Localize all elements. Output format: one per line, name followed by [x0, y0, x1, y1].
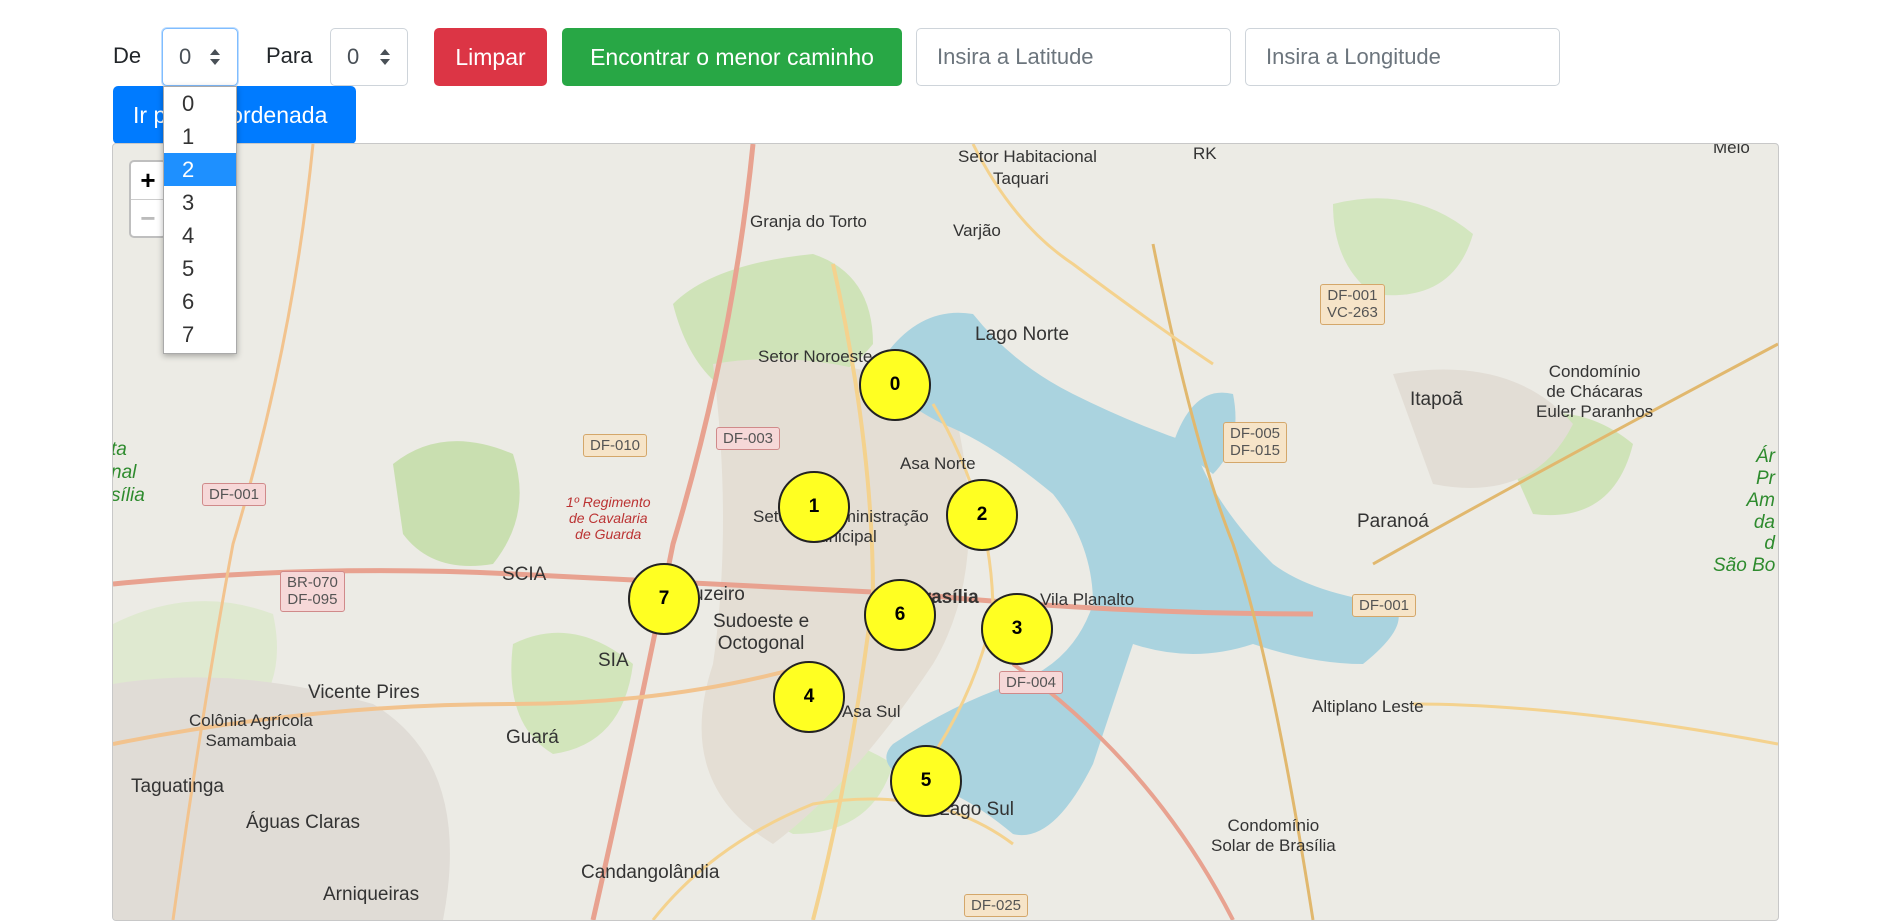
node-marker[interactable]: 5: [890, 745, 962, 817]
zoom-in-button[interactable]: +: [131, 162, 165, 199]
place-label: Varjão: [953, 221, 1001, 240]
road-shield: DF-001: [1352, 594, 1417, 618]
road-shield: DF-001 VC-263: [1320, 284, 1385, 325]
to-select[interactable]: 0: [330, 28, 408, 86]
place-label: Altiplano Leste: [1312, 697, 1424, 716]
dropdown-option-highlighted[interactable]: 2: [164, 153, 236, 186]
to-label: Para: [266, 43, 313, 68]
dropdown-option[interactable]: 1: [164, 120, 236, 153]
place-label: Condomínio Solar de Brasília: [1211, 816, 1336, 855]
node-marker[interactable]: 0: [859, 349, 931, 421]
place-label: Candangolândia: [581, 862, 720, 883]
place-label: SIA: [598, 650, 629, 671]
place-label: Colônia Agrícola Samambaia: [189, 711, 313, 750]
place-label: SCIA: [502, 564, 547, 585]
dropdown-option[interactable]: 0: [164, 87, 236, 120]
place-label: Condomínio de Chácaras Euler Paranhos: [1536, 362, 1654, 421]
longitude-input[interactable]: [1245, 28, 1560, 86]
place-label: Sudoeste e Octogonal: [713, 611, 810, 654]
place-label: Asa Norte: [900, 454, 976, 473]
node-marker[interactable]: 1: [778, 471, 850, 543]
place-label: Ár Pr Am da d São Bo: [1713, 446, 1776, 577]
place-label: Paranoá: [1357, 511, 1429, 532]
place-label: ta nal sília: [112, 439, 145, 506]
place-label: Vila Planalto: [1040, 590, 1135, 609]
place-label: Águas Claras: [246, 812, 361, 833]
dropdown-option[interactable]: 7: [164, 318, 236, 351]
shortest-path-button[interactable]: Encontrar o menor caminho: [562, 28, 902, 86]
from-select[interactable]: 0: [162, 28, 238, 86]
zoom-out-button[interactable]: −: [131, 199, 165, 237]
place-label: Asa Sul: [842, 702, 901, 721]
place-label: Melo: [1713, 143, 1750, 157]
place-label: Vicente Pires: [308, 682, 420, 703]
road-shield: DF-005 DF-015: [1223, 422, 1288, 463]
node-marker[interactable]: 6: [864, 579, 936, 651]
clear-button[interactable]: Limpar: [434, 28, 547, 86]
place-label: Setor Habitacional: [958, 147, 1097, 166]
node-marker[interactable]: 7: [628, 563, 700, 635]
dropdown-option[interactable]: 5: [164, 252, 236, 285]
road-shield: DF-010: [583, 434, 648, 458]
to-select-value: 0: [347, 44, 360, 69]
place-label: Granja do Torto: [750, 212, 867, 231]
latitude-input[interactable]: [916, 28, 1231, 86]
sort-arrows-icon: [380, 49, 390, 65]
node-marker[interactable]: 4: [773, 661, 845, 733]
place-label: Taquari: [993, 169, 1049, 188]
place-label: Arniqueiras: [323, 884, 420, 905]
road-shield: DF-025: [964, 894, 1029, 918]
dropdown-option[interactable]: 3: [164, 186, 236, 219]
road-shield: DF-004: [999, 671, 1064, 695]
from-select-dropdown: 0 1 2 3 4 5 6 7: [163, 86, 237, 354]
place-label: Lago Norte: [975, 324, 1070, 345]
road-shield: DF-001: [202, 483, 267, 507]
place-label: Taguatinga: [131, 776, 224, 797]
road-shield: BR-070 DF-095: [280, 571, 345, 612]
zoom-control: + −: [129, 160, 167, 238]
place-label: Itapoã: [1410, 389, 1463, 410]
road-shield: DF-003: [716, 427, 781, 451]
node-marker[interactable]: 3: [981, 593, 1053, 665]
map[interactable]: + − Setor Habitacional Taquari RK Melo G…: [112, 143, 1779, 921]
dropdown-option[interactable]: 4: [164, 219, 236, 252]
sort-arrows-icon: [210, 49, 220, 65]
from-select-value: 0: [179, 44, 192, 69]
place-label: 1º Regimento de Cavalaria de Guarda: [566, 494, 651, 542]
dropdown-option[interactable]: 6: [164, 285, 236, 318]
place-label: Guará: [506, 727, 559, 748]
place-label: Setor Noroeste: [758, 347, 873, 366]
node-marker[interactable]: 2: [946, 479, 1018, 551]
place-label: RK: [1193, 144, 1217, 163]
from-label: De: [113, 43, 142, 68]
